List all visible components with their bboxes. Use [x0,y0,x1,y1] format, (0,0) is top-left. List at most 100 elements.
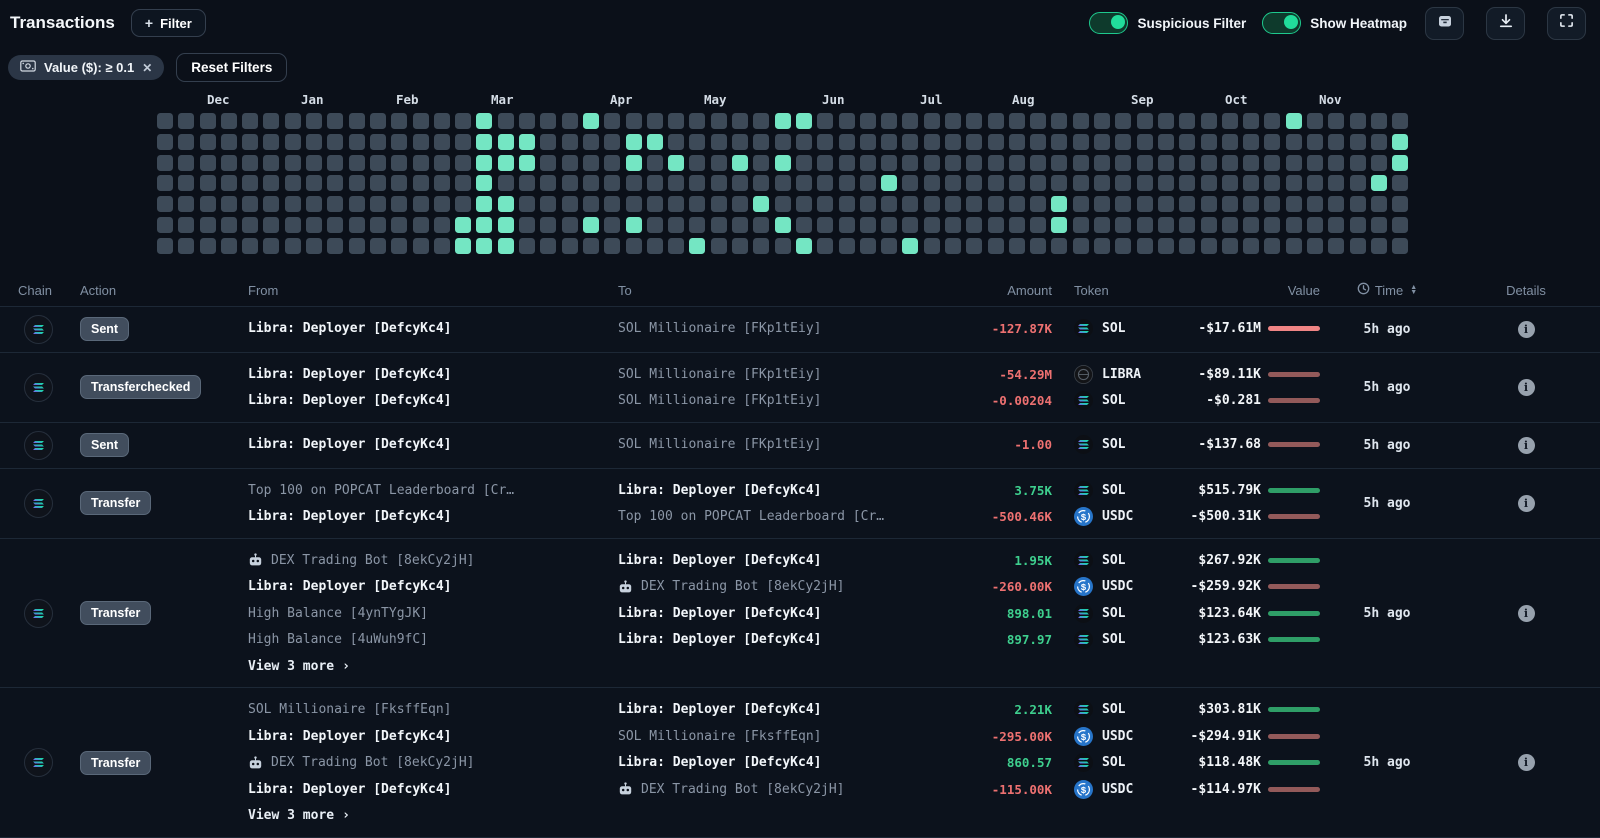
heatmap-cell[interactable] [775,175,791,191]
heatmap-cell[interactable] [1286,155,1302,171]
heatmap-cell[interactable] [178,175,194,191]
solana-chain-icon[interactable] [24,373,53,402]
heatmap-cell[interactable] [157,175,173,191]
heatmap-cell[interactable] [711,113,727,129]
heatmap-cell[interactable] [1264,134,1280,150]
heatmap-cell[interactable] [668,113,684,129]
heatmap-cell[interactable] [200,196,216,212]
solana-chain-icon[interactable] [24,599,53,628]
heatmap-cell[interactable] [902,113,918,129]
heatmap-cell[interactable] [1264,217,1280,233]
heatmap-cell[interactable] [540,155,556,171]
heatmap-cell[interactable] [327,175,343,191]
heatmap-cell[interactable] [753,155,769,171]
heatmap-cell-active[interactable] [1392,134,1408,150]
heatmap-cell[interactable] [988,155,1004,171]
heatmap-cell[interactable] [1158,217,1174,233]
transaction-row[interactable]: TransferSOL Millionaire [FksffEqn]Libra:… [0,688,1600,838]
heatmap-cell[interactable] [200,217,216,233]
heatmap-cell[interactable] [1264,155,1280,171]
heatmap-cell[interactable] [988,217,1004,233]
heatmap-cell[interactable] [881,155,897,171]
heatmap-cell[interactable] [434,217,450,233]
heatmap-cell[interactable] [860,175,876,191]
heatmap-cell[interactable] [817,134,833,150]
heatmap-cell-active[interactable] [498,238,514,254]
heatmap-cell[interactable] [1392,196,1408,212]
heatmap-cell[interactable] [370,175,386,191]
heatmap-cell[interactable] [689,155,705,171]
heatmap-cell[interactable] [242,134,258,150]
heatmap-cell[interactable] [966,238,982,254]
heatmap-cell[interactable] [370,238,386,254]
heatmap-cell[interactable] [200,134,216,150]
heatmap-cell[interactable] [796,196,812,212]
heatmap-cell[interactable] [1264,196,1280,212]
heatmap-cell[interactable] [178,113,194,129]
heatmap-cell[interactable] [1328,196,1344,212]
heatmap-cell[interactable] [370,113,386,129]
heatmap-cell[interactable] [1137,217,1153,233]
heatmap-cell[interactable] [263,155,279,171]
heatmap-cell[interactable] [711,134,727,150]
heatmap-cell[interactable] [242,155,258,171]
heatmap-cell[interactable] [1350,155,1366,171]
heatmap-cell[interactable] [306,196,322,212]
heatmap-cell[interactable] [647,238,663,254]
suspicious-filter-toggle[interactable]: Suspicious Filter [1089,12,1246,34]
fullscreen-button[interactable] [1547,7,1586,40]
heatmap-cell[interactable] [626,175,642,191]
heatmap-cell[interactable] [562,196,578,212]
heatmap-cell[interactable] [604,113,620,129]
heatmap-cell[interactable] [1222,217,1238,233]
to-address[interactable]: Libra: Deployer [DefcyKc4] [618,553,960,568]
heatmap-cell[interactable] [860,238,876,254]
heatmap-cell[interactable] [1286,175,1302,191]
heatmap-cell[interactable] [285,134,301,150]
heatmap-cell-active[interactable] [498,134,514,150]
heatmap-cell[interactable] [817,175,833,191]
heatmap-cell-active[interactable] [775,217,791,233]
heatmap-cell[interactable] [732,217,748,233]
heatmap-cell[interactable] [668,196,684,212]
heatmap-cell[interactable] [1201,155,1217,171]
heatmap-cell[interactable] [1179,238,1195,254]
heatmap-cell[interactable] [966,196,982,212]
heatmap-cell[interactable] [1243,217,1259,233]
heatmap-cell[interactable] [1158,238,1174,254]
heatmap-cell[interactable] [327,217,343,233]
heatmap-cell[interactable] [689,134,705,150]
heatmap-cell[interactable] [604,238,620,254]
heatmap-cell[interactable] [839,196,855,212]
heatmap-cell[interactable] [626,113,642,129]
heatmap-cell[interactable] [689,217,705,233]
heatmap-cell[interactable] [1307,217,1323,233]
heatmap-cell[interactable] [1371,155,1387,171]
heatmap-cell[interactable] [775,196,791,212]
solana-chain-icon[interactable] [24,489,53,518]
heatmap-cell[interactable] [562,155,578,171]
heatmap-cell[interactable] [455,134,471,150]
heatmap-cell[interactable] [775,134,791,150]
heatmap-cell[interactable] [966,175,982,191]
token-cell[interactable]: $USDC [1052,507,1172,526]
heatmap-cell-active[interactable] [902,238,918,254]
heatmap-cell[interactable] [327,113,343,129]
heatmap-cell[interactable] [157,196,173,212]
heatmap-cell[interactable] [945,113,961,129]
heatmap-cell[interactable] [753,217,769,233]
heatmap-cell[interactable] [1094,113,1110,129]
heatmap-cell[interactable] [1158,113,1174,129]
heatmap-cell[interactable] [732,134,748,150]
toggle-switch-icon[interactable] [1262,12,1301,34]
heatmap-cell[interactable] [200,113,216,129]
heatmap-cell[interactable] [1137,113,1153,129]
token-cell[interactable]: SOL [1052,700,1172,719]
heatmap-cell[interactable] [839,134,855,150]
heatmap-cell[interactable] [1243,134,1259,150]
heatmap-cell[interactable] [1094,155,1110,171]
heatmap-cell[interactable] [1307,175,1323,191]
heatmap-cell[interactable] [1051,134,1067,150]
heatmap-cell[interactable] [583,238,599,254]
reset-filters-button[interactable]: Reset Filters [176,53,287,82]
